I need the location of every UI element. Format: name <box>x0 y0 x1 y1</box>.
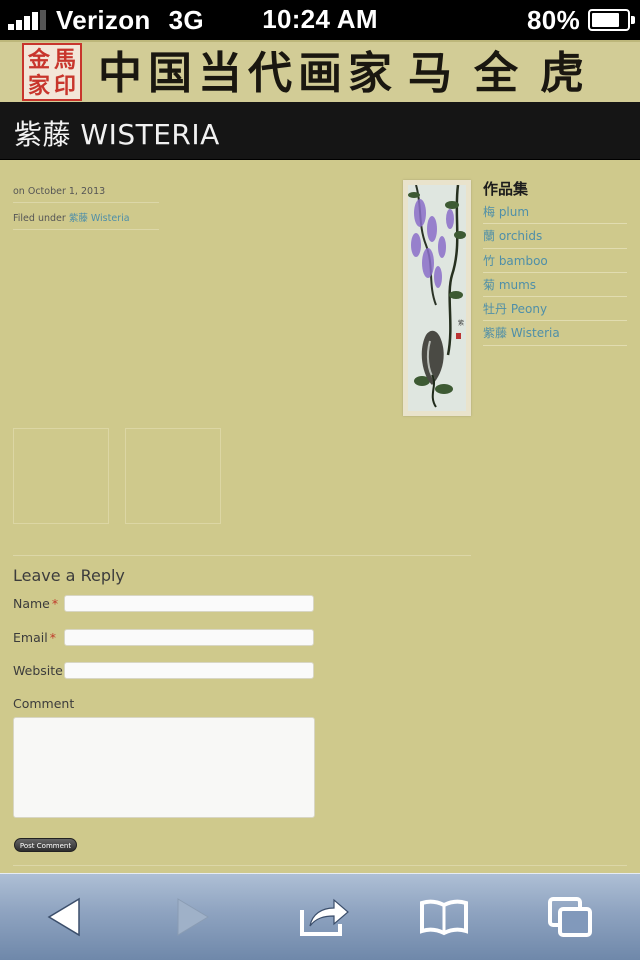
sidebar-item-mums: 菊 mums <box>483 273 627 298</box>
sidebar-item-orchids: 蘭 orchids <box>483 224 627 249</box>
sidebar-link-bamboo[interactable]: 竹 bamboo <box>483 254 548 268</box>
content-divider <box>13 555 471 556</box>
sidebar-link-orchids[interactable]: 蘭 orchids <box>483 229 542 243</box>
portfolio-list: 梅 plum 蘭 orchids 竹 bamboo 菊 mums 牡丹 Peon… <box>483 200 627 346</box>
banner-calligraphy-artist: 马全虎 <box>408 48 606 99</box>
email-label: Email * <box>13 630 56 645</box>
post-category: Filed under 紫藤 Wisteria <box>13 210 159 230</box>
site-banner[interactable]: 金馬 家印 中国当代画家 马全虎 <box>0 40 640 102</box>
battery-icon <box>588 9 635 31</box>
sidebar-link-peony[interactable]: 牡丹 Peony <box>483 302 547 316</box>
required-marker: * <box>49 630 56 645</box>
portfolio-sidebar: 作品集 梅 plum 蘭 orchids 竹 bamboo 菊 mums 牡丹 … <box>483 178 627 346</box>
email-field[interactable] <box>64 629 314 646</box>
required-marker: * <box>51 596 59 611</box>
post-date-text: on October 1, 2013 <box>13 186 106 197</box>
bookmarks-icon[interactable] <box>414 892 474 942</box>
comment-label: Comment <box>13 696 75 711</box>
wisteria-painting-image[interactable]: 紫 <box>403 180 471 416</box>
comment-textarea[interactable] <box>13 717 315 818</box>
painting-svg: 紫 <box>408 185 466 411</box>
name-label: Name * <box>13 596 59 611</box>
filed-under-label: Filed under <box>13 213 66 224</box>
website-field[interactable] <box>64 662 314 679</box>
status-bar-right: 80% <box>527 4 635 35</box>
reply-heading: Leave a Reply <box>13 566 125 585</box>
post-comment-button[interactable]: Post Comment <box>14 838 77 852</box>
thumbnail-placeholder[interactable] <box>125 428 221 524</box>
page-title-bar: 紫藤 WISTERIA <box>0 102 640 160</box>
svg-text:紫: 紫 <box>458 319 464 327</box>
battery-fill <box>592 13 619 27</box>
name-field[interactable] <box>64 595 314 612</box>
share-icon[interactable] <box>294 892 354 942</box>
sidebar-link-wisteria[interactable]: 紫藤 Wisteria <box>483 326 560 340</box>
sidebar-link-plum[interactable]: 梅 plum <box>483 205 529 219</box>
sidebar-item-bamboo: 竹 bamboo <box>483 249 627 273</box>
sidebar-link-mums[interactable]: 菊 mums <box>483 278 536 292</box>
sidebar-item-peony: 牡丹 Peony <box>483 297 627 322</box>
back-arrow-icon[interactable] <box>34 892 94 942</box>
sidebar-heading: 作品集 <box>483 180 529 198</box>
footer-divider <box>13 865 627 866</box>
post-date: on October 1, 2013 <box>13 186 159 203</box>
page-title: 紫藤 WISTERIA <box>14 118 220 151</box>
status-bar: Verizon 3G 10:24 AM 80% <box>0 0 640 40</box>
battery-percentage: 80% <box>527 4 580 35</box>
banner-calligraphy-title: 中国当代画家 <box>98 48 398 99</box>
tabs-icon[interactable] <box>540 892 600 942</box>
category-link[interactable]: 紫藤 Wisteria <box>69 213 130 224</box>
browser-toolbar <box>0 873 640 960</box>
forward-arrow-icon[interactable] <box>163 892 223 942</box>
website-label: Website <box>13 663 63 678</box>
artist-seal-logo: 金馬 家印 <box>22 43 82 101</box>
thumbnail-placeholder[interactable] <box>13 428 109 524</box>
sidebar-item-wisteria: 紫藤 Wisteria <box>483 321 627 346</box>
sidebar-item-plum: 梅 plum <box>483 200 627 225</box>
